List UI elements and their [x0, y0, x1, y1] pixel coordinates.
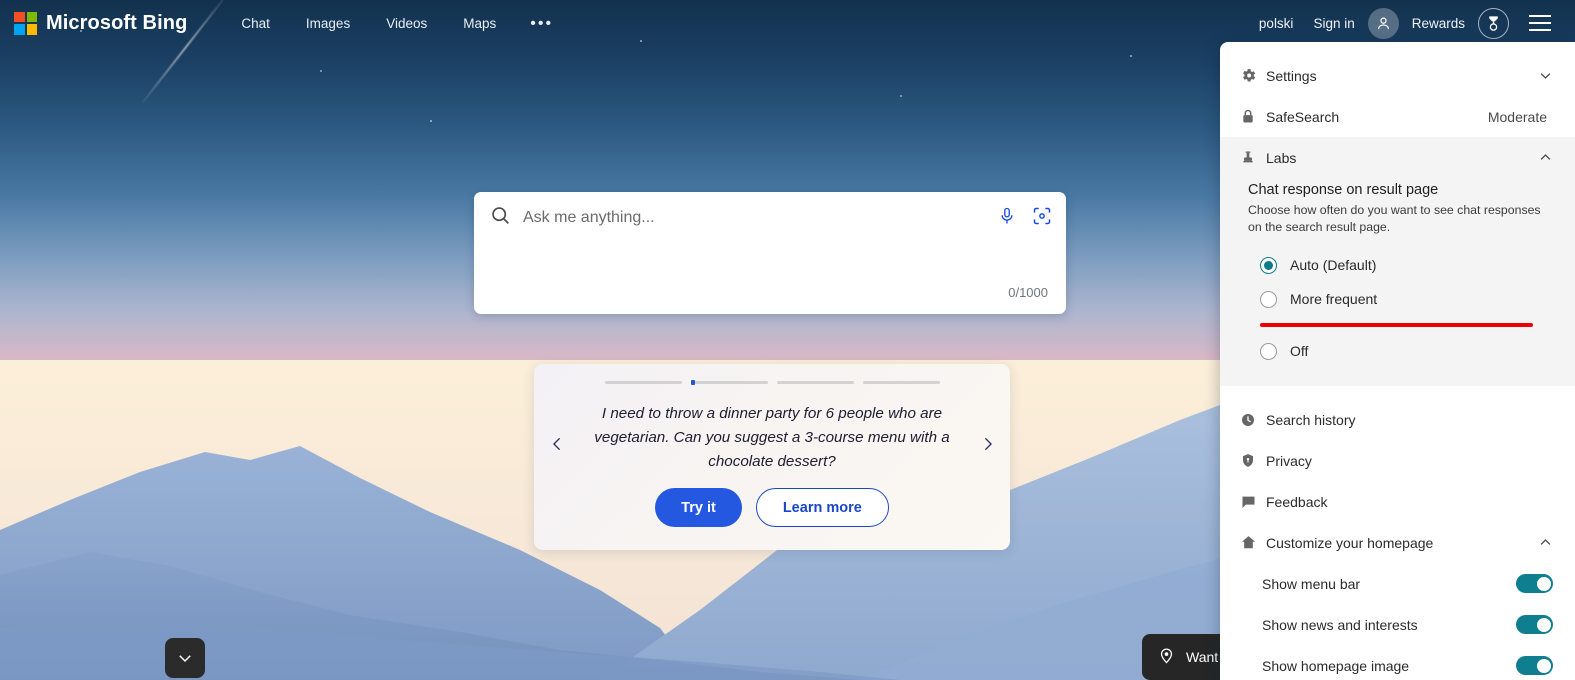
panel-label-safesearch: SafeSearch	[1266, 108, 1340, 125]
panel-label-privacy: Privacy	[1266, 452, 1312, 469]
panel-item-customize-homepage[interactable]: Customize your homepage	[1220, 522, 1575, 563]
character-counter: 0/1000	[1008, 285, 1048, 300]
rewards-medal-icon[interactable]	[1478, 7, 1509, 39]
learn-more-button[interactable]: Learn more	[755, 488, 889, 527]
radio-label-auto: Auto (Default)	[1290, 257, 1377, 273]
carousel-pagination	[534, 364, 1010, 385]
pagination-bar[interactable]	[862, 381, 940, 384]
panel-item-privacy[interactable]: Privacy	[1220, 440, 1575, 481]
search-input[interactable]	[523, 209, 998, 227]
bing-homepage: Microsoft Bing Chat Images Videos Maps •…	[0, 0, 1575, 680]
microphone-icon[interactable]	[998, 206, 1016, 231]
toggle-show-menu-bar[interactable]	[1516, 574, 1553, 593]
clock-icon	[1240, 412, 1266, 428]
site-header: Microsoft Bing Chat Images Videos Maps •…	[0, 0, 1575, 46]
visual-search-icon[interactable]	[1032, 206, 1052, 231]
radio-label-off: Off	[1290, 343, 1309, 359]
speech-bubble-icon	[1240, 494, 1266, 510]
toggle-show-news-and-interests[interactable]	[1516, 615, 1553, 634]
microsoft-logo-icon	[14, 11, 37, 35]
shield-icon	[1240, 452, 1266, 469]
pagination-bar[interactable]	[690, 380, 768, 385]
pagination-bar[interactable]	[776, 381, 854, 384]
search-box: 0/1000	[474, 192, 1066, 314]
safesearch-value: Moderate	[1487, 108, 1547, 125]
lock-icon	[1240, 108, 1266, 125]
radio-icon	[1260, 342, 1277, 360]
chevron-down-icon	[1538, 68, 1553, 83]
radio-option-more-frequent[interactable]: More frequent	[1248, 282, 1555, 316]
panel-item-search-history[interactable]: Search history	[1220, 399, 1575, 440]
nav-overflow-menu-icon[interactable]: •••	[514, 15, 569, 32]
panel-item-settings[interactable]: Settings	[1220, 55, 1575, 96]
search-icon	[490, 205, 511, 231]
panel-item-safesearch[interactable]: SafeSearch Moderate	[1220, 96, 1575, 137]
nav-images[interactable]: Images	[288, 10, 368, 37]
radio-option-off[interactable]: Off	[1248, 334, 1555, 368]
hamburger-menu-icon[interactable]	[1523, 6, 1557, 40]
chevron-up-icon	[1538, 150, 1553, 165]
home-icon	[1240, 534, 1266, 551]
prompt-text: I need to throw a dinner party for 6 peo…	[594, 405, 950, 470]
prompt-carousel-card: I need to throw a dinner party for 6 peo…	[534, 364, 1010, 550]
location-pin-icon	[1158, 646, 1175, 668]
header-right-actions: polski Sign in Rewards	[1250, 6, 1561, 40]
carousel-prev-button[interactable]	[540, 427, 574, 461]
try-it-button[interactable]: Try it	[655, 488, 742, 527]
radio-option-auto[interactable]: Auto (Default)	[1248, 248, 1555, 282]
radio-icon	[1260, 290, 1277, 308]
toggle-label-show-menu-bar: Show menu bar	[1262, 575, 1361, 592]
panel-label-labs: Labs	[1266, 149, 1297, 166]
panel-item-labs[interactable]: Labs	[1220, 137, 1575, 178]
account-avatar-icon[interactable]	[1367, 7, 1399, 39]
settings-panel: Settings SafeSearch Moderate Labs Chat r…	[1220, 42, 1575, 680]
pagination-bar[interactable]	[604, 381, 682, 384]
toast-text: Want	[1186, 649, 1219, 665]
toggle-row-show-homepage-image: Show homepage image	[1220, 645, 1575, 680]
labs-expanded-section: Chat response on result page Choose how …	[1220, 178, 1575, 386]
radio-icon-selected	[1260, 256, 1277, 274]
toggle-row-show-menu-bar: Show menu bar	[1220, 563, 1575, 604]
panel-label-customize-homepage: Customize your homepage	[1266, 534, 1434, 551]
scroll-down-button[interactable]	[165, 638, 205, 678]
radio-label-more-frequent: More frequent	[1290, 291, 1378, 307]
toggle-show-homepage-image[interactable]	[1516, 656, 1553, 675]
chevron-down-icon	[179, 655, 191, 663]
language-selector[interactable]: polski	[1250, 10, 1303, 37]
toggle-row-show-news-and-interests: Show news and interests	[1220, 604, 1575, 645]
panel-label-feedback: Feedback	[1266, 493, 1328, 510]
sign-in-link[interactable]: Sign in	[1304, 10, 1363, 37]
toggle-label-show-news-and-interests: Show news and interests	[1262, 616, 1418, 633]
annotation-highlight-line	[1260, 323, 1533, 327]
rewards-link[interactable]: Rewards	[1403, 10, 1474, 37]
gear-icon	[1240, 67, 1266, 84]
brand-name: Microsoft Bing	[46, 11, 188, 34]
nav-chat[interactable]: Chat	[223, 10, 288, 37]
bing-logo[interactable]: Microsoft Bing	[14, 11, 188, 35]
main-nav: Chat Images Videos Maps •••	[223, 10, 569, 37]
panel-label-settings: Settings	[1266, 67, 1317, 84]
panel-item-feedback[interactable]: Feedback	[1220, 481, 1575, 522]
toggle-label-show-homepage-image: Show homepage image	[1262, 657, 1410, 674]
carousel-next-button[interactable]	[970, 427, 1004, 461]
nav-maps[interactable]: Maps	[445, 10, 514, 37]
labs-section-description: Choose how often do you want to see chat…	[1248, 203, 1541, 234]
labs-section-title: Chat response on result page	[1248, 182, 1439, 198]
labs-beaker-icon	[1240, 149, 1266, 166]
chevron-up-icon	[1538, 535, 1553, 550]
panel-label-search-history: Search history	[1266, 411, 1356, 428]
nav-videos[interactable]: Videos	[368, 10, 445, 37]
